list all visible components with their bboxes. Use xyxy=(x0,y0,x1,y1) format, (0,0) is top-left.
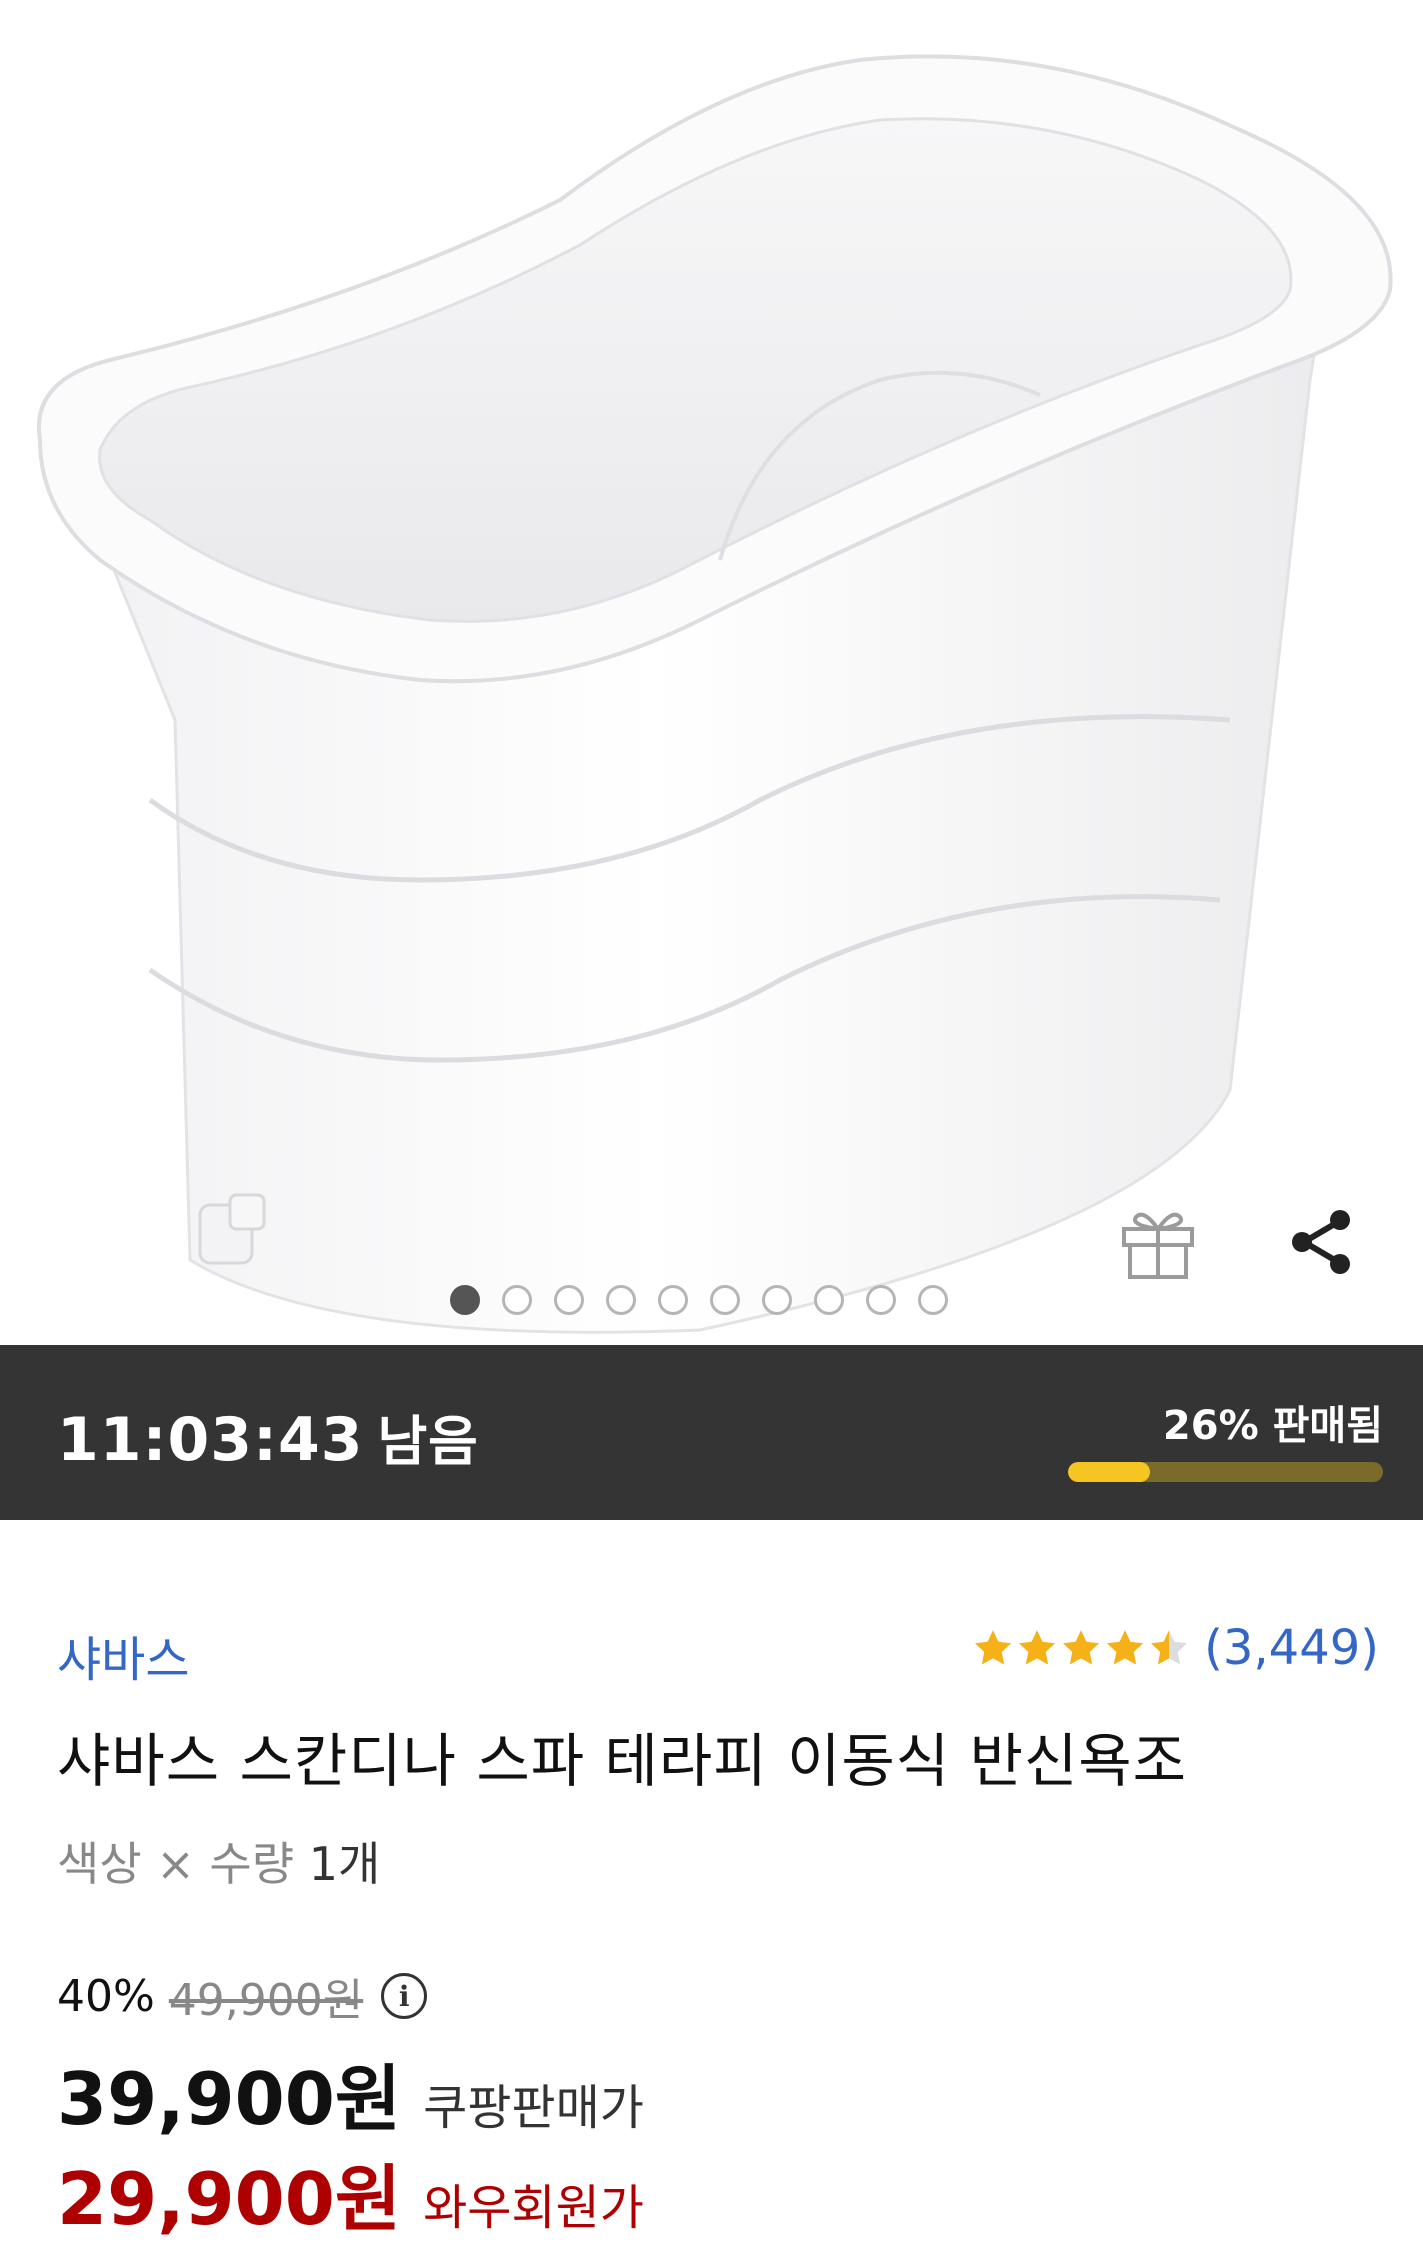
brand-link[interactable]: 샤바스 xyxy=(57,1620,189,1690)
carousel-dot[interactable] xyxy=(450,1285,480,1315)
member-price-row: 29,900원 와우회원가 xyxy=(57,2140,644,2241)
carousel-dot[interactable] xyxy=(554,1285,584,1315)
star-icon xyxy=(1151,1630,1188,1665)
product-title: 샤바스 스칸디나 스파 테라피 이동식 반신욕조 xyxy=(57,1727,1188,1795)
discount-row: 40% 49,900원 i xyxy=(57,1966,428,2026)
product-image xyxy=(36,54,1393,1334)
member-price-label: 와우회원가 xyxy=(423,2180,644,2236)
carousel-dot[interactable] xyxy=(762,1285,792,1315)
star-icon xyxy=(1063,1630,1100,1665)
review-count[interactable]: (3,449) xyxy=(1204,1620,1379,1676)
carousel-dot[interactable] xyxy=(502,1285,532,1315)
time-left-suffix: 남음 xyxy=(377,1410,479,1473)
star-icon xyxy=(1107,1630,1144,1665)
original-price: 49,900원 xyxy=(168,1975,364,2026)
rating[interactable]: (3,449) xyxy=(972,1618,1379,1678)
time-left: 11:03:43 xyxy=(57,1405,364,1475)
sold-percent-text: 26% 판매됨 xyxy=(1162,1403,1383,1449)
carousel-dot[interactable] xyxy=(918,1285,948,1315)
carousel-indicator[interactable] xyxy=(450,1283,948,1317)
carousel-dot[interactable] xyxy=(814,1285,844,1315)
star-icon xyxy=(1019,1630,1056,1665)
sale-price: 39,900원 xyxy=(57,2057,402,2141)
selected-option[interactable]: 색상 × 수량 1개 xyxy=(57,1828,380,1894)
discount-rate: 40% xyxy=(57,1970,155,2022)
option-quantity: 1개 xyxy=(308,1837,381,1891)
carousel-dot[interactable] xyxy=(710,1285,740,1315)
carousel-dot[interactable] xyxy=(658,1285,688,1315)
member-price: 29,900원 xyxy=(57,2157,402,2241)
sale-price-label: 쿠팡판매가 xyxy=(423,2080,644,2136)
countdown-timer: 11:03:43 남음 xyxy=(57,1397,479,1476)
sale-price-row: 39,900원 쿠팡판매가 xyxy=(57,2040,644,2141)
gift-icon[interactable] xyxy=(1112,1195,1204,1287)
carousel-dot[interactable] xyxy=(606,1285,636,1315)
sold-progress-bar xyxy=(1068,1462,1383,1482)
deal-countdown-bar: 11:03:43 남음 26% 판매됨 xyxy=(0,1345,1423,1520)
option-label: 색상 × 수량 xyxy=(57,1837,295,1891)
product-image-carousel[interactable] xyxy=(0,0,1423,1345)
carousel-dot[interactable] xyxy=(866,1285,896,1315)
rating-stars xyxy=(972,1627,1190,1669)
share-icon[interactable] xyxy=(1280,1200,1364,1284)
info-icon[interactable]: i xyxy=(381,1973,428,2019)
sold-progress-fill xyxy=(1068,1462,1150,1482)
star-icon xyxy=(975,1630,1012,1665)
